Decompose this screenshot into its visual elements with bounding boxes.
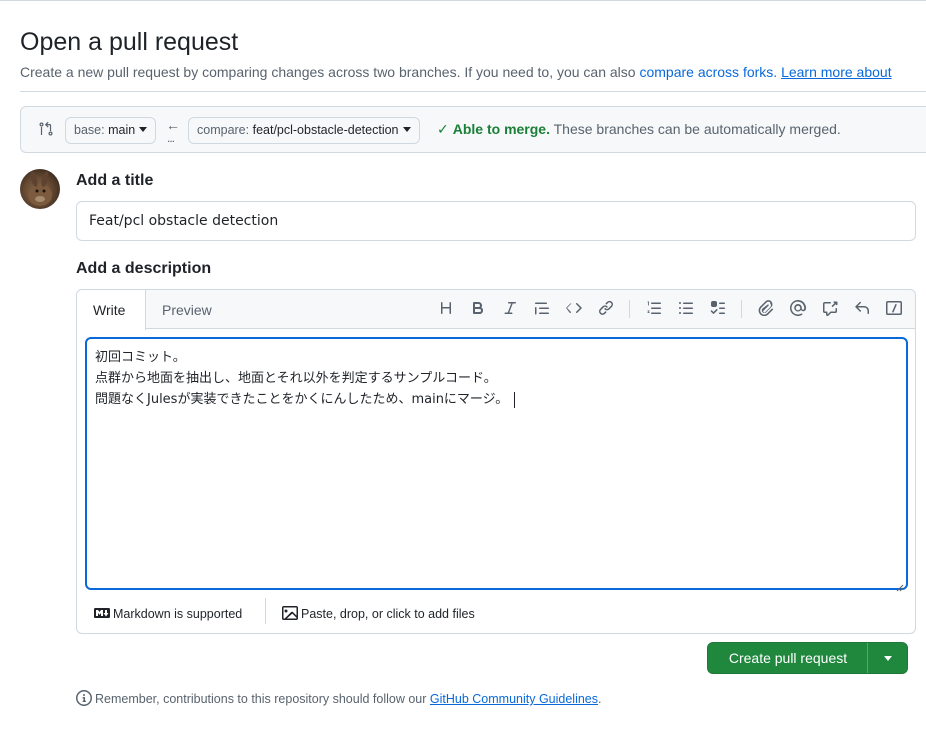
markdown-support-link[interactable]: Markdown is supported [94,604,242,624]
quote-icon[interactable] [533,300,551,318]
footer-divider [265,598,266,624]
contribution-reminder: Remember, contributions to this reposito… [76,690,602,708]
editor-toolbar: Write Preview [77,290,915,330]
mention-icon[interactable] [789,300,807,318]
resize-handle[interactable] [896,578,904,592]
create-options-dropdown[interactable] [868,643,908,673]
merge-status-text: These branches can be automatically merg… [553,121,841,137]
task-list-icon[interactable] [709,300,727,318]
body-line: 点群から地面を抽出し、地面とそれ以外を判定するサンプルコード。 [95,371,497,386]
body-line-text: 問題なくJulesが実装できたことをかくにんしたため、mainにマージ。 [95,392,509,407]
heading-icon[interactable] [437,300,455,318]
code-icon[interactable] [565,300,583,318]
tab-write[interactable]: Write [77,290,146,330]
body-line: 問題なくJulesが実装できたことをかくにんしたため、mainにマージ。 [95,389,898,410]
undo-icon[interactable] [853,300,871,318]
subtitle-text: Create a new pull request by comparing c… [20,64,640,80]
toolbar-divider [629,300,630,318]
chevron-down-icon [139,127,148,133]
bold-icon[interactable] [469,300,487,318]
avatar[interactable] [20,169,60,209]
create-pull-request-button-group: Create pull request [707,642,908,674]
merge-status: ✓ Able to merge. These branches can be au… [437,121,841,138]
check-icon: ✓ [437,121,449,137]
title-input[interactable]: Feat/pcl obstacle detection [76,201,916,241]
tab-preview[interactable]: Preview [146,290,228,330]
base-value: main [108,123,136,137]
compare-branch-select[interactable]: compare: feat/pcl-obstacle-detection [188,117,420,144]
markdown-note: Markdown is supported [113,607,243,621]
unordered-list-icon[interactable] [677,300,695,318]
text-cursor [514,391,516,408]
base-branch-select[interactable]: base: main [65,117,157,144]
title-label: Add a title [76,172,154,189]
base-label: base: [74,123,105,137]
image-icon [282,606,298,620]
toolbar-divider [741,300,742,318]
attach-icon[interactable] [757,300,775,318]
body-line: 初回コミット。 [95,350,186,365]
learn-more-link[interactable]: Learn more about [781,64,892,80]
description-editor: Write Preview 初回コミット。 点群から地面を抽出し、地面とそれ以外… [76,289,916,634]
info-icon [76,690,92,706]
top-border [0,0,926,1]
description-textarea[interactable]: 初回コミット。 点群から地面を抽出し、地面とそれ以外を判定するサンプルコード。 … [85,337,908,592]
editor-footer: Markdown is supported Paste, drop, or cl… [77,596,915,634]
slash-command-icon[interactable] [885,300,903,318]
description-label: Add a description [76,260,212,277]
chevron-down-icon [402,127,411,133]
compare-icon [38,121,54,137]
compare-value: feat/pcl-obstacle-detection [252,123,399,137]
page-subtitle: Create a new pull request by comparing c… [20,64,892,80]
branch-range-bar: base: main ← ... compare: feat/pcl-obsta… [20,106,926,153]
create-pull-request-button[interactable]: Create pull request [708,643,868,673]
header-divider [20,91,926,92]
ordered-list-icon[interactable] [645,300,663,318]
attach-note: Paste, drop, or click to add files [301,607,475,621]
merge-status-strong: Able to merge. [452,121,550,137]
chevron-down-icon [884,655,892,661]
link-icon[interactable] [597,300,615,318]
community-guidelines-link[interactable]: GitHub Community Guidelines [430,692,598,706]
page-title: Open a pull request [20,28,239,56]
italic-icon[interactable] [501,300,519,318]
cross-reference-icon[interactable] [821,300,839,318]
compare-label: compare: [197,123,250,137]
ellipsis-icon: ... [167,131,175,145]
attach-files-button[interactable]: Paste, drop, or click to add files [282,604,475,624]
markdown-icon [94,608,110,618]
remember-period: . [598,692,602,706]
compare-forks-link[interactable]: compare across forks. [639,64,777,80]
remember-text: Remember, contributions to this reposito… [95,692,430,706]
